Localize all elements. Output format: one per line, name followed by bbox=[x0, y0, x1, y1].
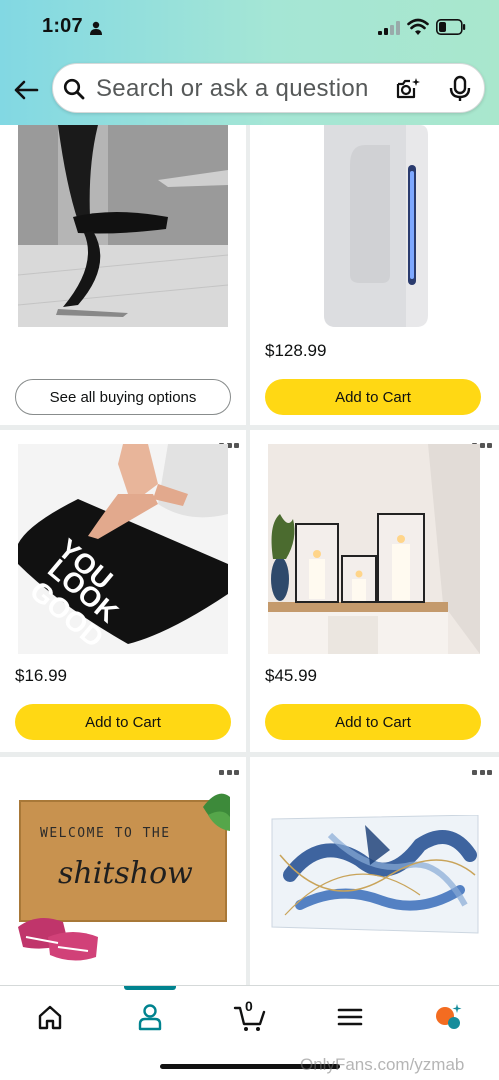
wifi-icon bbox=[407, 18, 429, 35]
person-icon bbox=[90, 21, 102, 35]
doormat-product-image[interactable]: WELCOME TO THE shitshow bbox=[18, 787, 230, 967]
search-icon bbox=[63, 78, 85, 100]
product-card[interactable]: $128.99 Add to Cart bbox=[250, 125, 499, 425]
doormat-text-line-2: shitshow bbox=[58, 856, 193, 891]
cellular-signal-icon bbox=[378, 21, 400, 35]
product-card[interactable]: WELCOME TO THE shitshow bbox=[0, 757, 246, 985]
product-price: $45.99 bbox=[265, 666, 317, 685]
candle-lanterns-product-image[interactable] bbox=[268, 444, 480, 654]
add-to-cart-button[interactable]: Add to Cart bbox=[265, 379, 481, 415]
add-to-cart-button[interactable]: Add to Cart bbox=[265, 704, 481, 740]
back-arrow-icon[interactable] bbox=[10, 74, 42, 106]
watermark-text: OnlyFans.com/yzmab bbox=[300, 1055, 465, 1074]
search-input[interactable]: Search or ask a question bbox=[96, 75, 369, 103]
rufus-assistant-icon[interactable] bbox=[433, 1002, 463, 1032]
product-card[interactable]: See all buying options bbox=[0, 125, 246, 425]
see-all-buying-options-button[interactable]: See all buying options bbox=[15, 379, 231, 415]
cart-count-badge: 0 bbox=[245, 998, 253, 1014]
product-grid: See all buying options $128.99 Add to Ca… bbox=[0, 125, 499, 985]
product-price: $16.99 bbox=[15, 666, 67, 685]
product-card[interactable] bbox=[250, 757, 499, 985]
more-options-icon[interactable] bbox=[472, 770, 492, 776]
chair-product-image[interactable] bbox=[18, 125, 228, 327]
active-tab-indicator bbox=[124, 986, 176, 990]
product-card[interactable]: YOU LOOK GOOD $16.99 Add to Cart bbox=[0, 430, 246, 752]
battery-icon bbox=[436, 19, 466, 35]
add-to-cart-button[interactable]: Add to Cart bbox=[15, 704, 231, 740]
status-time: 1:07 bbox=[42, 15, 83, 37]
more-options-icon[interactable] bbox=[219, 770, 239, 776]
doormat-text-line-1: WELCOME TO THE bbox=[40, 826, 171, 841]
microphone-icon[interactable] bbox=[449, 75, 471, 103]
home-icon[interactable] bbox=[35, 1002, 65, 1032]
abstract-canvas-art-image[interactable] bbox=[270, 815, 480, 935]
bath-mat-product-image[interactable]: YOU LOOK GOOD bbox=[18, 444, 228, 654]
account-icon[interactable] bbox=[135, 1002, 165, 1032]
product-card[interactable]: $45.99 Add to Cart bbox=[250, 430, 499, 752]
air-purifier-product-image[interactable] bbox=[320, 125, 430, 330]
search-bar[interactable]: Search or ask a question bbox=[52, 63, 485, 113]
menu-icon[interactable] bbox=[335, 1002, 365, 1032]
product-price: $128.99 bbox=[265, 341, 327, 360]
camera-lens-icon[interactable] bbox=[395, 76, 421, 102]
app-header: 1:07 Search or ask a question bbox=[0, 0, 499, 125]
